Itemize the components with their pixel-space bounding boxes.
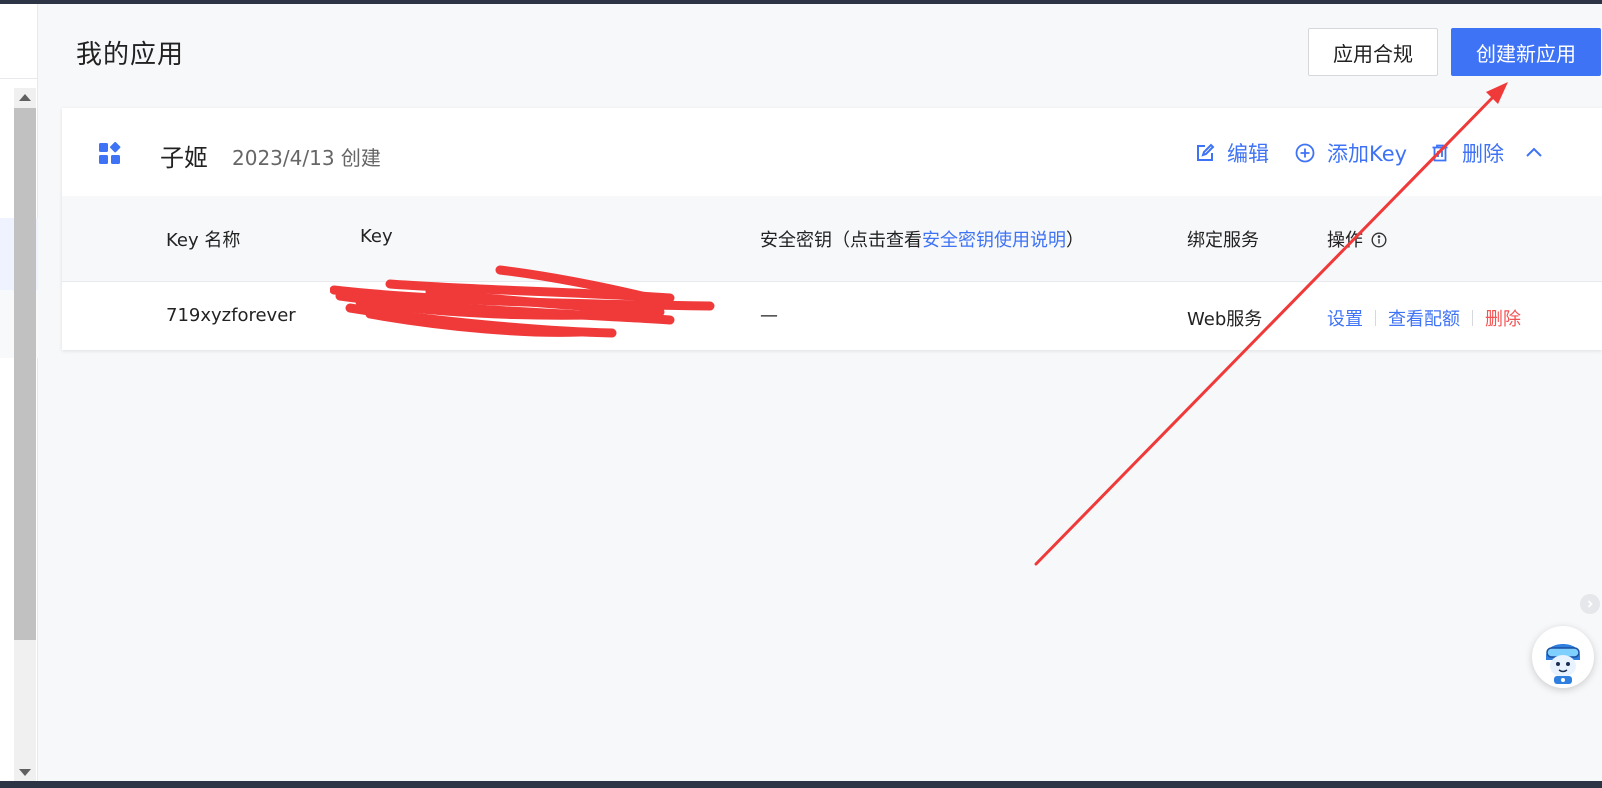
left-sidebar xyxy=(0,4,38,785)
col-secret-suffix: ） xyxy=(1066,230,1084,251)
delete-app-button[interactable]: 删除 xyxy=(1430,138,1504,168)
view-quota-link[interactable]: 查看配额 xyxy=(1388,305,1460,331)
col-ops: 操作 xyxy=(1327,226,1387,252)
app-compliance-button[interactable]: 应用合规 xyxy=(1308,28,1438,76)
col-secret-label: 安全密钥（点击查看 xyxy=(760,230,922,251)
chevron-right-icon[interactable] xyxy=(1580,594,1600,614)
page-title: 我的应用 xyxy=(76,40,185,70)
trash-icon xyxy=(1432,144,1448,162)
keys-table-header: Key 名称 Key 安全密钥（点击查看安全密钥使用说明） 绑定服务 操作 xyxy=(62,196,1602,282)
create-app-button[interactable]: 创建新应用 xyxy=(1451,28,1601,76)
app-card: 子姬 2023/4/13 创建 编辑 添加Key 删除 Key 名称 Key 安… xyxy=(62,108,1602,350)
app-name: 子姬 xyxy=(160,144,208,172)
add-key-label: 添加Key xyxy=(1327,142,1408,166)
row-actions: 设置 查看配额 删除 xyxy=(1327,305,1521,331)
app-created-date: 2023/4/13 创建 xyxy=(232,146,381,170)
edit-icon xyxy=(1197,143,1215,161)
scroll-up-arrow-icon[interactable] xyxy=(19,94,31,101)
divider xyxy=(1472,310,1473,326)
col-service: 绑定服务 xyxy=(1187,230,1259,251)
plus-circle-icon xyxy=(1295,143,1315,163)
assistant-avatar-icon[interactable] xyxy=(1532,626,1594,688)
col-key-name: Key 名称 xyxy=(166,230,241,251)
scroll-down-arrow-icon[interactable] xyxy=(19,769,31,776)
col-ops-label: 操作 xyxy=(1327,230,1363,251)
table-row: 719xyzforever — Web服务 设置 查看配额 删除 xyxy=(62,283,1602,350)
divider xyxy=(1375,310,1376,326)
col-key: Key xyxy=(360,226,393,247)
sidebar-scrollbar[interactable] xyxy=(14,88,36,785)
window-top-bar xyxy=(0,0,1602,4)
add-key-button[interactable]: 添加Key xyxy=(1295,138,1407,168)
col-secret: 安全密钥（点击查看安全密钥使用说明） xyxy=(760,226,1084,252)
app-card-header: 子姬 2023/4/13 创建 编辑 添加Key 删除 xyxy=(62,108,1602,196)
delete-key-link[interactable]: 删除 xyxy=(1485,305,1521,331)
secret-cell: — xyxy=(760,305,778,326)
edit-app-button[interactable]: 编辑 xyxy=(1195,138,1269,168)
key-redaction-scribble xyxy=(330,265,715,338)
sidebar-divider xyxy=(0,78,38,79)
edit-label: 编辑 xyxy=(1227,142,1269,166)
key-name-cell: 719xyzforever xyxy=(166,305,296,326)
window-bottom-bar xyxy=(0,781,1602,788)
scrollbar-thumb[interactable] xyxy=(14,108,36,640)
app-grid-icon xyxy=(99,142,121,164)
chevron-up-icon[interactable] xyxy=(1524,144,1544,160)
delete-app-label: 删除 xyxy=(1462,142,1504,166)
info-icon[interactable] xyxy=(1371,232,1387,248)
settings-link[interactable]: 设置 xyxy=(1327,305,1363,331)
secret-usage-link[interactable]: 安全密钥使用说明 xyxy=(922,230,1066,251)
service-cell: Web服务 xyxy=(1187,309,1263,330)
